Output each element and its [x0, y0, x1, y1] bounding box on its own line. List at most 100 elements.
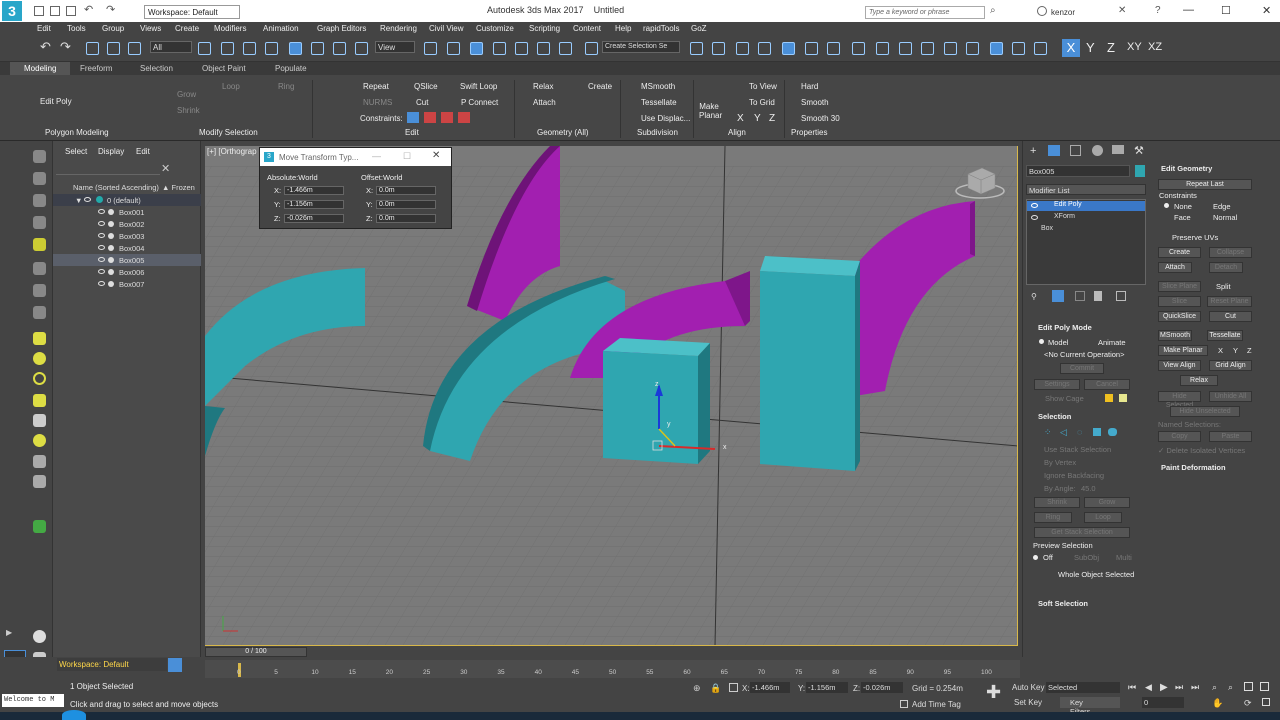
stack-item-edit-poly[interactable]: Edit Poly — [1027, 201, 1145, 211]
tab-freeform[interactable]: Freeform — [80, 64, 112, 73]
grow-button[interactable]: Grow — [177, 90, 196, 99]
constraint-face-icon[interactable] — [441, 112, 453, 123]
orbit-icon[interactable]: ⟳ — [1244, 698, 1252, 709]
angle-snap-icon[interactable] — [515, 42, 528, 55]
align-icon[interactable] — [712, 42, 725, 55]
next-frame-icon[interactable]: ⏭ — [1175, 682, 1183, 693]
constraint-edge-icon[interactable] — [424, 112, 436, 123]
shapes-tool-icon[interactable] — [33, 194, 46, 207]
tab-object-paint[interactable]: Object Paint — [202, 64, 246, 73]
maximize-icon[interactable]: ☐ — [1221, 4, 1231, 17]
attach-geom-button[interactable]: Attach — [1158, 262, 1192, 273]
modify-panel-icon[interactable] — [1048, 145, 1060, 156]
explorer-tab-edit[interactable]: Edit — [136, 147, 150, 156]
mirror-icon[interactable] — [690, 42, 703, 55]
add-time-tag-icon[interactable] — [900, 700, 908, 708]
quickslice-button[interactable]: QuickSlice — [1158, 311, 1201, 322]
polygon-mode-icon[interactable] — [1093, 428, 1101, 436]
light-bulb-icon[interactable] — [33, 434, 46, 447]
go-to-start-icon[interactable]: ⏮ — [1128, 682, 1136, 693]
time-slider[interactable]: 0 / 100 — [205, 647, 307, 657]
unlink-icon[interactable] — [107, 42, 120, 55]
filter-icon[interactable] — [33, 455, 46, 468]
settings-button[interactable]: Settings — [1034, 379, 1080, 390]
redo-tool-icon[interactable]: ↷ — [60, 39, 73, 54]
table-row[interactable]: Box001 — [53, 206, 201, 218]
reset-plane-button[interactable]: Reset Plane — [1207, 296, 1252, 307]
axis-constraint-xy[interactable]: XY — [1127, 41, 1142, 53]
stack-eye-icon[interactable] — [1031, 215, 1038, 220]
torus-tool-icon[interactable] — [33, 372, 46, 385]
layer-explorer-icon[interactable] — [736, 42, 749, 55]
dialog-close-icon[interactable]: ✕ — [432, 150, 440, 161]
workspace-bottom-select[interactable]: Workspace: Default — [57, 658, 167, 671]
systems-tool-icon[interactable] — [33, 306, 46, 319]
axis-constraint-z[interactable]: Z — [1107, 40, 1115, 55]
constraint-none-dot[interactable] — [1164, 203, 1169, 208]
expand-arrow-icon[interactable]: ▼ — [75, 196, 82, 205]
detach-button[interactable]: Detach — [1209, 262, 1243, 273]
planar-z-button[interactable]: Z — [1247, 346, 1252, 355]
coord-z-field[interactable]: -0.026m — [861, 682, 903, 693]
make-planar-button[interactable]: Make Planar — [699, 102, 722, 120]
off-y-field[interactable]: 0.0m — [376, 200, 436, 209]
soft-selection-header[interactable]: Soft Selection — [1038, 599, 1088, 608]
menu-help[interactable]: Help — [615, 24, 631, 33]
repeat-button[interactable]: Repeat — [363, 82, 389, 91]
copy-button[interactable]: Copy — [1158, 431, 1201, 442]
utilities-panel-icon[interactable]: ⚒ — [1134, 144, 1144, 157]
align-y-button[interactable]: Y — [754, 113, 761, 124]
object-name[interactable]: Box004 — [119, 244, 144, 253]
ring-button[interactable]: Ring — [1034, 512, 1072, 523]
explorer-tab-display[interactable]: Display — [98, 147, 124, 156]
shrink-button[interactable]: Shrink — [177, 106, 200, 115]
by-vertex-checkbox[interactable]: By Vertex — [1044, 458, 1076, 467]
named-selection-set-select[interactable]: Create Selection Se — [602, 41, 680, 53]
play-icon[interactable]: ▶ — [1160, 682, 1168, 693]
table-row[interactable]: Box003 — [53, 230, 201, 242]
show-cage-checkbox[interactable]: Show Cage — [1045, 394, 1084, 403]
workspace-icon[interactable] — [168, 658, 182, 672]
p-connect-button[interactable]: P Connect — [461, 98, 498, 107]
cameras-tool-icon[interactable] — [33, 238, 46, 251]
quick-access-new-icon[interactable] — [34, 6, 44, 16]
axis-constraint-y[interactable]: Y — [1086, 40, 1095, 55]
scene-explorer-icon[interactable] — [782, 42, 795, 55]
modifier-list-select[interactable]: Modifier List — [1026, 184, 1146, 195]
column-frozen-header[interactable]: ▲ Frozen — [162, 183, 195, 192]
create-geom-button[interactable]: Create — [1158, 247, 1201, 258]
link-icon[interactable] — [86, 42, 99, 55]
constraint-normal-radio[interactable]: Normal — [1213, 213, 1237, 222]
model-radio-dot[interactable] — [1039, 339, 1044, 344]
msmooth-geom-button[interactable]: MSmooth — [1158, 330, 1192, 341]
maximize-viewport-icon[interactable] — [1262, 698, 1270, 706]
msmooth-button[interactable]: MSmooth — [641, 82, 675, 91]
bind-space-warp-icon[interactable] — [128, 42, 141, 55]
selection-lock-icon[interactable]: 🔒 — [710, 683, 721, 694]
visibility-eye-icon[interactable] — [84, 197, 91, 202]
move-icon[interactable] — [289, 42, 302, 55]
attach-button[interactable]: Attach — [533, 98, 556, 107]
show-end-result-icon[interactable] — [1052, 290, 1064, 302]
pin-stack-icon[interactable]: ⚲ — [1031, 292, 1037, 301]
close-icon[interactable]: ✕ — [1262, 4, 1271, 17]
lights-tool-icon[interactable] — [33, 216, 46, 229]
select-by-name-icon[interactable] — [221, 42, 234, 55]
off-z-field[interactable]: 0.0m — [376, 214, 436, 223]
object-name[interactable]: Box006 — [119, 268, 144, 277]
menu-rapidtools[interactable]: rapidTools — [643, 24, 679, 33]
zoom-extents-icon[interactable] — [1244, 682, 1253, 691]
undo-icon[interactable]: ↶ — [84, 3, 93, 16]
constraint-none-radio[interactable]: None — [1174, 202, 1192, 211]
visibility-eye-icon[interactable] — [98, 245, 105, 250]
camera-icon[interactable] — [33, 475, 46, 488]
ignore-backfacing-checkbox[interactable]: Ignore Backfacing — [1044, 471, 1104, 480]
remove-modifier-icon[interactable] — [1094, 291, 1102, 301]
menu-goz[interactable]: GoZ — [691, 24, 707, 33]
group-geometry[interactable]: Geometry (All) — [537, 128, 589, 137]
view-align-button[interactable]: View Align — [1158, 360, 1201, 371]
key-mode-select[interactable]: Selected — [1046, 682, 1120, 693]
display-panel-icon[interactable] — [1112, 145, 1124, 154]
tools-icon[interactable] — [1012, 42, 1025, 55]
snaps-toggle-icon[interactable] — [493, 42, 506, 55]
